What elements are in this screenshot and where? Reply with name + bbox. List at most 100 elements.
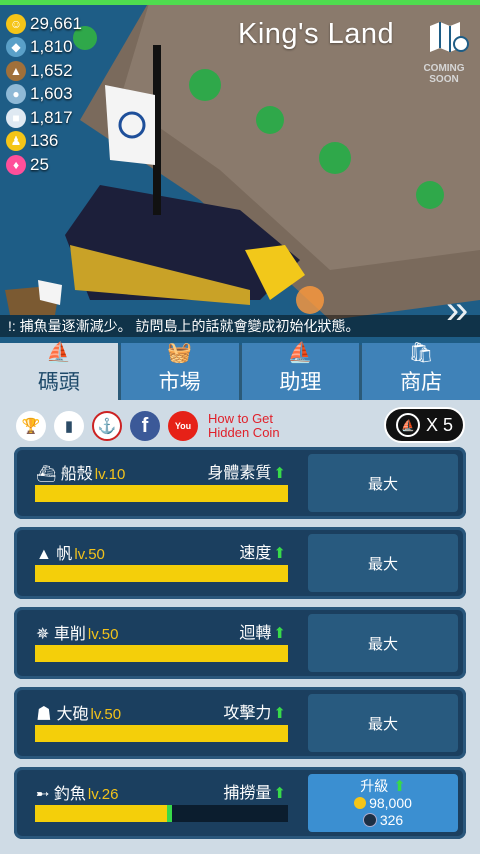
progress-fill: [35, 645, 288, 662]
upgrade-title: 帆: [56, 546, 73, 563]
ranking-chart-icon[interactable]: ▮: [54, 411, 84, 441]
upgrade-level: lv.10: [94, 466, 126, 483]
chevron-right-icon[interactable]: »: [446, 290, 468, 330]
resource-row: ◆ 1,810: [6, 36, 82, 60]
upgrade-label-line: 升級 ⬆: [360, 778, 406, 795]
upgrade-level: lv.50: [87, 626, 119, 643]
upgrade-progress-bar: [35, 645, 288, 662]
progress-fill: [35, 565, 288, 582]
ship-icon: ⛵: [46, 342, 72, 364]
max-level-button[interactable]: 最大: [308, 534, 458, 592]
upgrade-title: 車削: [53, 626, 86, 643]
max-level-button[interactable]: 最大: [308, 454, 458, 512]
upgrade-progress-bar: [35, 485, 288, 502]
upgrade-stat: 速度 ⬆: [198, 539, 286, 563]
youtube-icon[interactable]: You: [168, 411, 198, 441]
anchor-icon[interactable]: ⚓: [92, 411, 122, 441]
map-icon[interactable]: [428, 22, 470, 57]
fish-icon: [362, 813, 377, 827]
upgrade-label: 升級: [360, 777, 389, 794]
arrow-up-icon: ⬆: [273, 465, 286, 482]
arrow-up-icon: ⬆: [273, 625, 286, 642]
upgrade-name: ▲ 帆 lv.50: [36, 540, 105, 564]
progress-fill: [35, 805, 170, 822]
upgrade-card: ☗ 大砲 lv.50 攻擊力 ⬆ 最大: [14, 687, 466, 759]
boat-ring-icon: ⛵: [395, 413, 420, 437]
coin-cost-line: 98,000: [354, 795, 412, 812]
progress-fill: [35, 485, 288, 502]
upgrade-name: ⛴ 船殼 lv.10: [36, 460, 125, 484]
crew-icon: ♟: [6, 131, 26, 152]
upgrade-button[interactable]: 升級 ⬆ 98,000 326: [308, 774, 458, 832]
fish-cost-line: 326: [362, 811, 404, 829]
upgrade-name: ☗ 大砲 lv.50: [36, 700, 121, 724]
tab-3[interactable]: 🛍 商店: [362, 342, 480, 400]
upgrade-name: ➸ 釣魚 lv.26: [36, 780, 118, 804]
resource-row: ● 1,603: [6, 83, 82, 107]
upgrade-stat: 迴轉 ⬆: [198, 619, 286, 643]
upgrade-card: ✵ 車削 lv.50 迴轉 ⬆ 最大: [14, 607, 466, 679]
tab-0[interactable]: ⛵ 碼頭: [0, 342, 118, 400]
stat-label: 身體素質: [207, 465, 272, 482]
upgrade-progress-bar: [35, 725, 288, 742]
ship-icon: ⛵: [287, 342, 313, 364]
upgrade-card: ⛴ 船殼 lv.10 身體素質 ⬆ 最大: [14, 447, 466, 519]
howto-line-1: How to Get: [208, 411, 274, 426]
max-level-button[interactable]: 最大: [308, 694, 458, 752]
arrow-up-icon: ⬆: [393, 777, 406, 795]
tab-label: 助理: [279, 371, 322, 394]
trophy-icon[interactable]: 🏆: [16, 411, 46, 441]
tab-2[interactable]: ⛵ 助理: [241, 342, 360, 400]
stat-label: 速度: [239, 545, 272, 562]
upgrade-card: ➸ 釣魚 lv.26 捕撈量 ⬆ 升級 ⬆ 98,000 326: [14, 767, 466, 839]
upgrade-title: 船殼: [60, 466, 93, 483]
upgrade-stat: 攻擊力 ⬆: [198, 699, 286, 723]
fish-cost: 326: [379, 811, 404, 828]
shop-bag-icon: 🛍: [408, 342, 434, 364]
howto-line-2: Hidden Coin: [208, 425, 280, 440]
upgrade-progress-bar: [35, 565, 288, 582]
resource-value: 1,817: [30, 107, 73, 127]
resource-row: ♟ 136: [6, 130, 82, 154]
tab-label: 市場: [158, 371, 201, 394]
resource-row: ■ 1,817: [6, 106, 82, 130]
upgrade-title: 大砲: [56, 706, 89, 723]
coming-soon-label: COMING SOON: [423, 63, 465, 85]
speed-multiplier-button[interactable]: ⛵ X 5: [384, 407, 465, 443]
social-row: 🏆 ▮ ⚓ f You How to Get Hidden Coin: [16, 409, 280, 443]
stat-label: 迴轉: [239, 625, 272, 642]
hull-icon: ⛴: [36, 466, 57, 483]
upgrade-card: ▲ 帆 lv.50 速度 ⬆ 最大: [14, 527, 466, 599]
notice-ticker: !: 捕魚量逐漸減少。 訪問島上的話就會變成初始化狀態。: [0, 315, 480, 337]
tab-label: 商店: [400, 371, 443, 394]
helm-icon: ✵: [36, 626, 50, 643]
progress-tip: [167, 805, 173, 822]
resource-value: 1,652: [30, 60, 73, 80]
building-icon: ■: [6, 107, 26, 128]
resource-value: 136: [30, 131, 59, 151]
cannon-icon: ☗: [36, 706, 53, 723]
gem-icon: ♦: [6, 154, 26, 175]
facebook-icon[interactable]: f: [130, 411, 160, 441]
sail-icon: ▲: [36, 546, 52, 563]
upgrade-level: lv.26: [87, 786, 119, 803]
island-title: King's Land: [238, 18, 395, 50]
arrow-up-icon: ⬆: [273, 785, 286, 802]
coin-cost: 98,000: [369, 794, 412, 811]
max-level-button[interactable]: 最大: [308, 614, 458, 672]
multiplier-label: X 5: [425, 414, 454, 435]
fishing-icon: ➸: [36, 786, 50, 803]
stat-label: 攻擊力: [223, 705, 272, 722]
resource-list: ☺ 29,661 ◆ 1,810 ▲ 1,652 ● 1,603 ■ 1,817 ♟ 136 ♦ 25: [6, 12, 82, 177]
upgrade-progress-bar: [35, 805, 288, 822]
arrow-up-icon: ⬆: [273, 545, 286, 562]
resource-value: 29,661: [30, 13, 82, 33]
stat-label: 捕撈量: [223, 785, 272, 802]
hidden-coin-link[interactable]: How to Get Hidden Coin: [208, 412, 280, 440]
tab-1[interactable]: 🧺 市場: [120, 342, 239, 400]
wood-icon: ▲: [6, 60, 26, 81]
main-tabs: ⛵ 碼頭 🧺 市場 ⛵ 助理 🛍 商店: [0, 342, 480, 400]
top-progress-bar: [0, 0, 480, 5]
upgrade-title: 釣魚: [53, 786, 86, 803]
resource-value: 1,810: [30, 37, 73, 57]
